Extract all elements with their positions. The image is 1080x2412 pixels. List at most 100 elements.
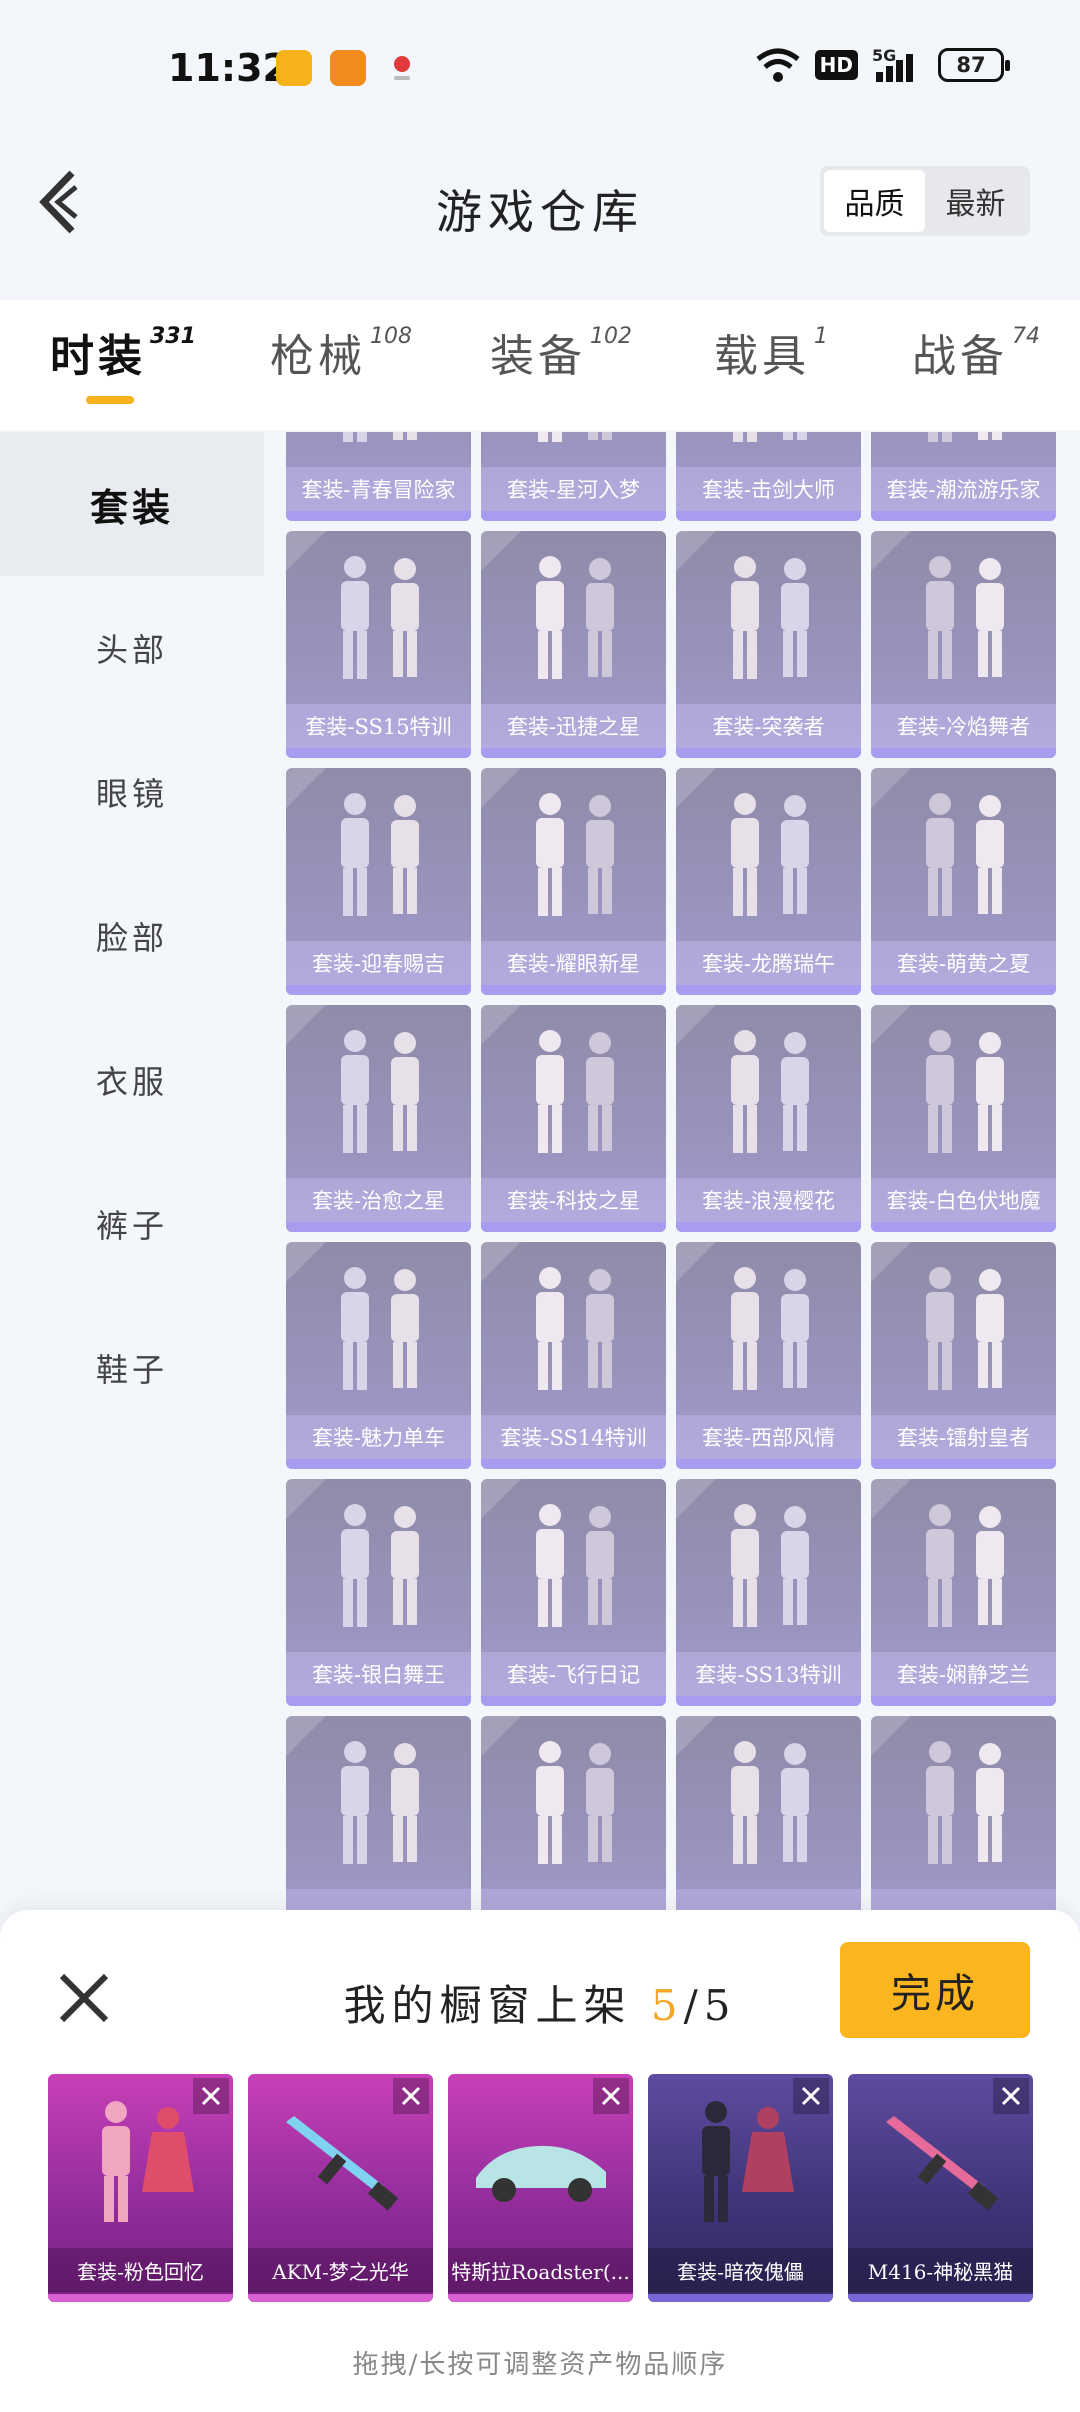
showcase-slot[interactable]: 套装-粉色回忆 (48, 2074, 233, 2302)
quality-stripe (676, 511, 861, 521)
outfit-name: 套装-突袭者 (676, 704, 861, 748)
outfit-name: 套装-西部风情 (676, 1415, 861, 1459)
outfit-card[interactable]: 套装-冷焰舞者 (871, 531, 1056, 758)
outfit-image (927, 432, 1002, 442)
tab-fashion[interactable]: 时装 331 (50, 320, 196, 384)
showcase-slot[interactable]: 套装-暗夜傀儡 (648, 2074, 833, 2302)
quality-stripe (481, 1222, 666, 1232)
outfit-card[interactable] (871, 1716, 1056, 1912)
outfit-name: 套装-娴静芝兰 (871, 1652, 1056, 1696)
outfit-name: 套装-耀眼新星 (481, 941, 666, 985)
outfit-card[interactable]: 套装-耀眼新星 (481, 768, 666, 995)
showcase-separator: / (683, 1981, 704, 2030)
outfit-card[interactable]: 套装-星河入梦 (481, 432, 666, 521)
sidebar-item-clothes[interactable]: 衣服 (0, 1008, 264, 1152)
outfit-card[interactable]: 套装-浪漫樱花 (676, 1005, 861, 1232)
quality-stripe (676, 1696, 861, 1706)
outfit-name: 套装-萌黄之夏 (871, 941, 1056, 985)
tab-label: 枪械 (270, 331, 366, 382)
hd-badge: HD (814, 50, 858, 80)
outfit-card[interactable]: 套装-SS14特训 (481, 1242, 666, 1469)
outfit-card[interactable]: 套装-飞行日记 (481, 1479, 666, 1706)
tab-equipment[interactable]: 装备 102 (490, 320, 632, 384)
outfit-name: 套装-龙腾瑞午 (676, 941, 861, 985)
close-icon (1001, 2086, 1021, 2106)
showcase-item-name: 套装-粉色回忆 (48, 2248, 233, 2292)
outfit-card[interactable]: 套装-治愈之星 (286, 1005, 471, 1232)
outfit-card[interactable]: 套装-迅捷之星 (481, 531, 666, 758)
outfit-card[interactable]: 套装-白色伏地魔 (871, 1005, 1056, 1232)
tab-vehicles[interactable]: 载具 1 (714, 320, 828, 384)
outfit-image (925, 1504, 1004, 1627)
quality-stripe (676, 985, 861, 995)
remove-item-button[interactable] (393, 2078, 429, 2114)
sidebar-item-face[interactable]: 脸部 (0, 864, 264, 1008)
tab-count: 74 (1012, 324, 1040, 349)
outfit-card[interactable]: 套装-龙腾瑞午 (676, 768, 861, 995)
outfit-card[interactable]: 套装-科技之星 (481, 1005, 666, 1232)
outfit-card[interactable]: 套装-击剑大师 (676, 432, 861, 521)
showcase-slot[interactable]: M416-神秘黑猫 (848, 2074, 1033, 2302)
close-icon (201, 2086, 221, 2106)
sidebar-item-shoes[interactable]: 鞋子 (0, 1296, 264, 1440)
showcase-item-name: 套装-暗夜傀儡 (648, 2248, 833, 2292)
close-icon (601, 2086, 621, 2106)
outfit-card[interactable]: 套装-镭射皇者 (871, 1242, 1056, 1469)
outfit-card[interactable]: 套装-SS13特训 (676, 1479, 861, 1706)
outfit-name: 套装-星河入梦 (481, 467, 666, 511)
outfit-image (732, 432, 807, 442)
outfit-card[interactable] (481, 1716, 666, 1912)
showcase-shelf: 套装-粉色回忆 AKM-梦之光华 特斯拉Roadster(... 套装-暗夜傀儡 M41… (48, 2074, 1033, 2302)
outfit-card[interactable]: 套装-魅力单车 (286, 1242, 471, 1469)
outfit-card[interactable]: 套装-青春冒险家 (286, 432, 471, 521)
outfit-card[interactable]: 套装-萌黄之夏 (871, 768, 1056, 995)
quality-stripe (286, 1696, 471, 1706)
quality-stripe (481, 1459, 666, 1469)
sort-option-quality[interactable]: 品质 (824, 170, 925, 232)
quality-stripe (286, 985, 471, 995)
showcase-title-text: 我的橱窗上架 (343, 1981, 632, 2030)
sidebar-item-suit[interactable]: 套装 (0, 432, 264, 576)
outfit-name: 套装-SS14特训 (481, 1415, 666, 1459)
sort-toggle: 品质 最新 (820, 166, 1030, 236)
outfit-card[interactable]: 套装-SS15特训 (286, 531, 471, 758)
outfit-card[interactable]: 套装-银白舞王 (286, 1479, 471, 1706)
showcase-item-name: 特斯拉Roadster(... (448, 2248, 633, 2292)
sidebar-item-glasses[interactable]: 眼镜 (0, 720, 264, 864)
outfit-card[interactable] (286, 1716, 471, 1912)
quality-stripe (48, 2294, 233, 2302)
tab-label: 载具 (714, 331, 810, 382)
outfit-card[interactable]: 套装-娴静芝兰 (871, 1479, 1056, 1706)
quality-stripe (481, 511, 666, 521)
tab-count: 102 (590, 324, 632, 349)
remove-item-button[interactable] (993, 2078, 1029, 2114)
showcase-slot[interactable]: 特斯拉Roadster(... (448, 2074, 633, 2302)
status-right: HD 5G 87 (755, 46, 1010, 84)
outfit-image (537, 432, 612, 442)
outfit-card[interactable]: 套装-西部风情 (676, 1242, 861, 1469)
showcase-slot[interactable]: AKM-梦之光华 (248, 2074, 433, 2302)
tab-label: 装备 (490, 331, 586, 382)
remove-item-button[interactable] (793, 2078, 829, 2114)
status-bar: 11:32 HD 5G 87 (0, 0, 1080, 140)
remove-item-button[interactable] (593, 2078, 629, 2114)
outfit-card[interactable]: 套装-突袭者 (676, 531, 861, 758)
remove-item-button[interactable] (193, 2078, 229, 2114)
quality-stripe (248, 2294, 433, 2302)
tab-supplies[interactable]: 战备 74 (912, 320, 1040, 384)
outfit-name: 套装-治愈之星 (286, 1178, 471, 1222)
sidebar-item-head[interactable]: 头部 (0, 576, 264, 720)
outfit-image (730, 1741, 809, 1864)
outfit-name: 套装-SS15特训 (286, 704, 471, 748)
quality-stripe (871, 1459, 1056, 1469)
outfit-card[interactable] (676, 1716, 861, 1912)
outfit-card[interactable]: 套装-迎春赐吉 (286, 768, 471, 995)
outfit-card[interactable]: 套装-潮流游乐家 (871, 432, 1056, 521)
tab-guns[interactable]: 枪械 108 (270, 320, 412, 384)
outfit-name: 套装-飞行日记 (481, 1652, 666, 1696)
done-button[interactable]: 完成 (840, 1942, 1030, 2038)
outfit-name: 套装-SS13特训 (676, 1652, 861, 1696)
sidebar-item-pants[interactable]: 裤子 (0, 1152, 264, 1296)
quality-stripe (286, 748, 471, 758)
sort-option-newest[interactable]: 最新 (925, 170, 1026, 232)
